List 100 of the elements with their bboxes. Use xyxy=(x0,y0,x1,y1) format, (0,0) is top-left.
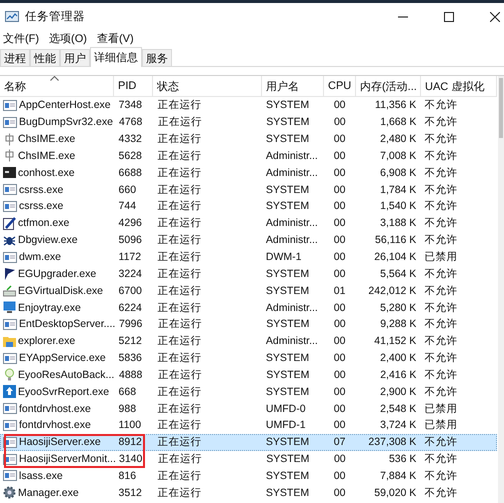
gear-icon xyxy=(3,486,16,500)
process-row[interactable]: EGUpgrader.exe 3224 正在运行 SYSTEM 00 5,564 K 不允许 xyxy=(0,265,497,282)
table-cell: Manager.exe xyxy=(18,486,79,499)
process-row[interactable]: lsass.exe 816 正在运行 SYSTEM 00 7,884 K 不允许 xyxy=(0,468,497,484)
table-cell: 00 xyxy=(334,352,346,364)
process-row[interactable]: Enjoytray.exe 6224 正在运行 Administr... 00 5,280 K 不允许 xyxy=(0,299,497,316)
table-cell: 59,020 K xyxy=(374,486,416,499)
table-cell: 不允许 xyxy=(424,132,458,146)
scrollbar-thumb[interactable] xyxy=(499,78,503,138)
process-row[interactable]: EYAppService.exe 5836 正在运行 SYSTEM 00 2,400 K 不允许 xyxy=(0,350,497,366)
tab[interactable]: 性能 xyxy=(30,49,60,66)
table-cell: 正在运行 xyxy=(157,300,202,315)
table-cell: fontdrvhost.exe xyxy=(19,419,91,432)
table-cell: 00 xyxy=(334,200,346,212)
column-header[interactable]: 内存(活动... xyxy=(356,76,421,96)
tab[interactable]: 用户 xyxy=(60,49,90,66)
table-cell: 2,400 K xyxy=(380,352,416,364)
process-row[interactable]: HaosijiServerMonit... 3140 正在运行 SYSTEM 00 536 K 不允许 xyxy=(0,450,497,468)
process-row[interactable]: ChsIME.exe 5628 正在运行 Administr... 00 7,008 K 不允许 xyxy=(0,148,497,164)
table-cell: 不允许 xyxy=(424,98,458,112)
window-icon xyxy=(3,184,17,196)
column-header[interactable]: PID xyxy=(114,76,153,96)
column-header[interactable]: UAC 虚拟化 xyxy=(421,76,497,96)
table-cell: 00 xyxy=(334,419,346,432)
table-cell: 242,012 K xyxy=(368,284,416,297)
tab[interactable]: 进程 xyxy=(0,49,30,66)
process-row[interactable]: ChsIME.exe 4332 正在运行 SYSTEM 00 2,480 K 不允许 xyxy=(0,130,497,148)
tab[interactable]: 服务 xyxy=(142,49,172,66)
process-row[interactable]: ctfmon.exe 4296 正在运行 Administr... 00 3,188 K 不允许 xyxy=(0,214,497,232)
table-cell: 正在运行 xyxy=(157,98,202,112)
table-cell: 正在运行 xyxy=(157,199,202,214)
table-cell: Administr... xyxy=(266,166,318,179)
process-row[interactable]: EyooResAutoBack... 4888 正在运行 SYSTEM 00 2,416 K 不允许 xyxy=(0,366,497,384)
window-icon xyxy=(3,403,17,414)
window-title: 任务管理器 xyxy=(25,10,85,24)
table-cell: EyooResAutoBack... xyxy=(18,368,114,381)
process-row[interactable]: HaosijiServer.exe 8912 正在运行 SYSTEM 07 237,308 K 不允许 xyxy=(0,434,497,451)
window-icon xyxy=(3,470,17,482)
table-cell: 00 xyxy=(334,217,346,230)
table-cell: 00 xyxy=(334,268,346,280)
process-row[interactable]: fontdrvhost.exe 988 正在运行 UMFD-0 00 2,548 K 已禁用 xyxy=(0,400,497,418)
process-row[interactable]: Manager.exe 3512 正在运行 SYSTEM 00 59,020 K 不允许 xyxy=(0,484,497,502)
table-cell: UMFD-1 xyxy=(266,419,306,432)
menu-item[interactable]: 选项(O) xyxy=(49,30,87,46)
column-header[interactable]: 用户名 xyxy=(262,76,324,96)
table-cell: 536 K xyxy=(388,453,416,466)
column-header[interactable]: 名称 xyxy=(0,76,114,96)
table-cell: UMFD-0 xyxy=(266,402,306,415)
scrollbar[interactable] xyxy=(498,76,504,503)
table-cell: 正在运行 xyxy=(158,317,202,332)
table-cell: 5,564 K xyxy=(380,268,416,280)
table-cell: 00 xyxy=(334,116,346,128)
window-icon xyxy=(3,318,17,330)
column-header[interactable]: 状态 xyxy=(153,76,262,96)
table-cell: AppCenterHost.exe xyxy=(19,99,111,112)
process-row[interactable]: explorer.exe 5212 正在运行 Administr... 00 41,152 K 不允许 xyxy=(0,332,497,350)
process-row[interactable]: Dbgview.exe 5096 正在运行 Administr... 00 56,116 K 不允许 xyxy=(0,232,497,249)
process-row[interactable]: AppCenterHost.exe 7348 正在运行 SYSTEM 00 11,356 K 不允许 xyxy=(0,97,497,114)
process-row[interactable]: csrss.exe 660 正在运行 SYSTEM 00 1,784 K 不允许 xyxy=(0,181,497,198)
table-cell: 26,104 K xyxy=(374,251,416,264)
table-cell: SYSTEM xyxy=(266,284,310,297)
process-row[interactable]: fontdrvhost.exe 1100 正在运行 UMFD-1 00 3,724 K 已禁用 xyxy=(0,417,497,434)
table-cell: 7,008 K xyxy=(380,150,416,162)
table-cell: 988 xyxy=(118,402,136,415)
table-cell: SYSTEM xyxy=(266,200,310,212)
table-cell: 8912 xyxy=(118,436,142,448)
table-cell: 07 xyxy=(334,436,346,448)
tab[interactable]: 详细信息 xyxy=(90,47,142,67)
maximize-icon[interactable] xyxy=(444,12,454,22)
column-label: CPU xyxy=(328,80,352,92)
table-cell: 正在运行 xyxy=(157,402,202,416)
table-cell: 正在运行 xyxy=(157,233,202,248)
table-cell: 1,540 K xyxy=(380,200,416,212)
window-icon xyxy=(3,252,17,263)
menu-item[interactable]: 查看(V) xyxy=(96,30,134,46)
table-cell: 3224 xyxy=(118,268,142,280)
menu-item[interactable]: 文件(F) xyxy=(3,30,40,46)
window-icon xyxy=(3,100,17,111)
table-cell: 3,724 K xyxy=(380,419,416,432)
close-icon[interactable] xyxy=(490,12,500,22)
table-cell: 1100 xyxy=(118,419,142,432)
column-header[interactable]: CPU xyxy=(324,76,356,96)
table-cell: 00 xyxy=(334,386,346,398)
table-cell: SYSTEM xyxy=(266,470,310,482)
process-row[interactable]: dwm.exe 1172 正在运行 DWM-1 00 26,104 K 已禁用 xyxy=(0,248,497,266)
process-row[interactable]: conhost.exe 6688 正在运行 Administr... 00 6,908 K 不允许 xyxy=(0,164,497,182)
table-cell: 9,288 K xyxy=(380,318,416,330)
table-cell: lsass.exe xyxy=(19,470,63,482)
table-cell: 正在运行 xyxy=(157,418,202,432)
table-cell: 01 xyxy=(334,284,346,297)
process-row[interactable]: csrss.exe 744 正在运行 SYSTEM 00 1,540 K 不允许 xyxy=(0,198,497,215)
table-cell: 不允许 xyxy=(424,368,458,382)
process-row[interactable]: EyooSvrReport.exe 668 正在运行 SYSTEM 00 2,900 K 不允许 xyxy=(0,383,497,400)
process-row[interactable]: EGVirtualDisk.exe 6700 正在运行 SYSTEM 01 242,012 K 不允许 xyxy=(0,282,497,300)
window-icon xyxy=(3,116,17,128)
table-cell: 41,152 K xyxy=(374,335,416,348)
table-cell: 56,116 K xyxy=(375,234,416,246)
column-label: PID xyxy=(118,80,138,92)
process-row[interactable]: EntDesktopServer.... 7996 正在运行 SYSTEM 00 9,288 K 不允许 xyxy=(0,316,497,333)
process-row[interactable]: BugDumpSvr32.exe 4768 正在运行 SYSTEM 00 1,668 K 不允许 xyxy=(0,114,497,131)
